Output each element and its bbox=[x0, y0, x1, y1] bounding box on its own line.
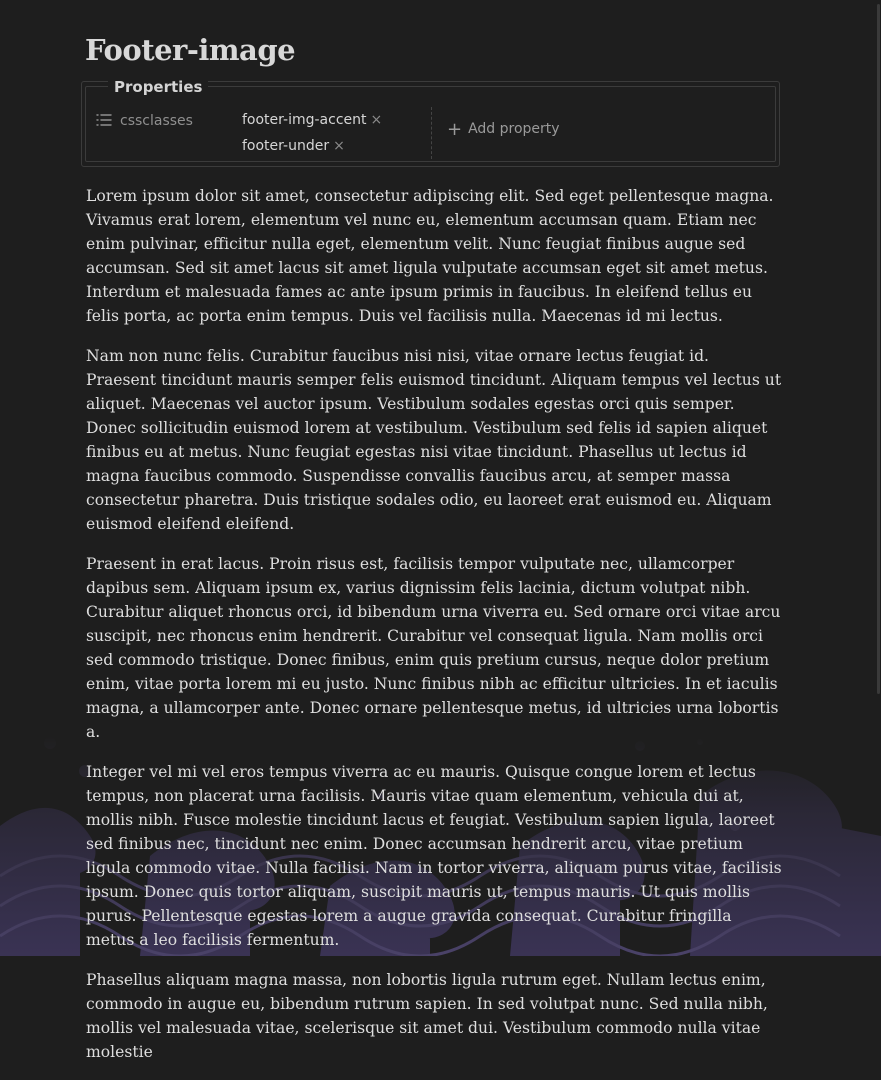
note-title[interactable]: Footer-image bbox=[85, 31, 782, 69]
property-tag[interactable]: footer-under × bbox=[242, 138, 345, 154]
tag-label: footer-img-accent bbox=[242, 112, 367, 128]
paragraph: Integer vel mi vel eros tempus viverra a… bbox=[86, 763, 782, 949]
properties-box: cssclasses footer-img-accent × footer-und… bbox=[85, 78, 776, 162]
paragraph: Phasellus aliquam magna massa, non lobor… bbox=[86, 971, 768, 1061]
note-body: Lorem ipsum dolor sit amet, consectetur … bbox=[86, 184, 782, 1080]
paragraph: Nam non nunc felis. Curabitur faucibus n… bbox=[86, 347, 782, 533]
paragraph: Praesent in erat lacus. Proin risus est,… bbox=[86, 555, 781, 741]
property-tag[interactable]: footer-img-accent × bbox=[242, 112, 382, 128]
property-key[interactable]: cssclasses bbox=[120, 113, 193, 129]
divider bbox=[431, 107, 432, 159]
plus-icon: + bbox=[447, 119, 463, 140]
scrollbar[interactable] bbox=[877, 4, 880, 694]
list-icon bbox=[96, 114, 112, 126]
add-property-button[interactable]: + Add property bbox=[447, 119, 560, 140]
property-row-cssclasses: cssclasses footer-img-accent × footer-und… bbox=[86, 87, 775, 161]
add-property-label: Add property bbox=[468, 121, 560, 137]
paragraph: Lorem ipsum dolor sit amet, consectetur … bbox=[86, 187, 774, 325]
properties-panel: cssclasses footer-img-accent × footer-und… bbox=[81, 78, 780, 167]
properties-heading[interactable]: Properties bbox=[108, 78, 209, 96]
tag-label: footer-under bbox=[242, 138, 330, 154]
note-content: Footer-image cssclasses footer-img-accen… bbox=[81, 0, 782, 1061]
remove-tag-icon[interactable]: × bbox=[371, 112, 383, 128]
remove-tag-icon[interactable]: × bbox=[333, 138, 345, 154]
